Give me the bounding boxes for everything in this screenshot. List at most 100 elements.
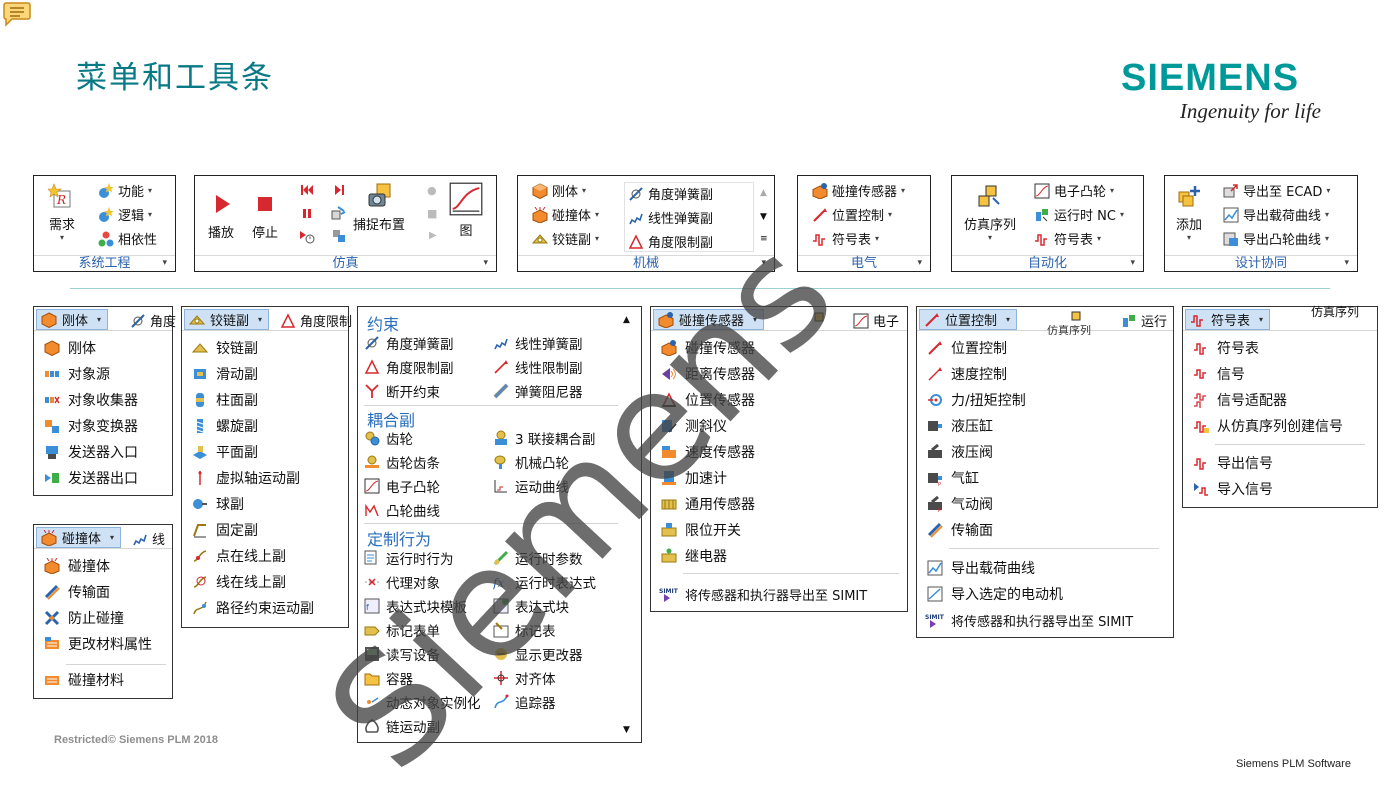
menu-item-planar[interactable]: 平面副 <box>192 442 258 462</box>
menu-item-display-changer[interactable]: 显示更改器 <box>493 644 583 664</box>
menu-item-spring-damper[interactable]: 弹簧阻尼器 <box>493 381 583 401</box>
menu-item-relay[interactable]: 继电器 <box>661 546 727 566</box>
position-menu-head[interactable]: 位置控制 ▾ <box>919 309 1018 330</box>
gallery-scroll-up-icon[interactable]: ▲ <box>623 315 630 325</box>
menu-item-export-simit[interactable]: SIMIT 将传感器和执行器导出至 SIMIT <box>659 584 867 604</box>
menu-item-screw[interactable]: 螺旋副 <box>192 416 258 436</box>
menu-item-path-constraint[interactable]: 路径约束运动副 <box>192 598 314 618</box>
menu-item-accelerometer[interactable]: 加速计 <box>661 468 727 488</box>
rigid-body-button[interactable]: 刚体 ▾ <box>532 181 586 200</box>
symbol-menu-head[interactable]: 符号表 ▾ <box>1185 309 1271 330</box>
menu-item-angular-spring[interactable]: 角度弹簧副 <box>364 333 454 353</box>
menu-item-fixed[interactable]: 固定副 <box>192 520 258 540</box>
menu-item-speed-sensor[interactable]: 速度传感器 <box>661 442 755 462</box>
menu-item-tag-table[interactable]: 标记表 <box>493 620 556 640</box>
menu-item-position-control[interactable]: 位置控制 <box>927 338 1007 358</box>
menu-item-rack-pinion[interactable]: 齿轮齿条 <box>364 452 440 472</box>
logic-button[interactable]: 逻辑 ▾ <box>98 205 152 224</box>
collision-menu-head[interactable]: 碰撞体 ▾ <box>36 527 122 548</box>
automation-symbol-table-button[interactable]: 符号表 ▾ <box>1034 229 1101 248</box>
runtime-nc-button[interactable]: 运行时 NC ▾ <box>1034 205 1124 224</box>
pause-icon[interactable] <box>299 205 315 225</box>
menu-item-hydraulic-cylinder[interactable]: 液压缸 <box>927 416 993 436</box>
menu-item-pneumatic-valve[interactable]: P 气动阀 <box>927 494 993 514</box>
menu-item-break-constraint[interactable]: 断开约束 <box>364 381 440 401</box>
menu-item-change-material[interactable]: 更改材料属性 <box>44 634 152 654</box>
function-button[interactable]: 功能 ▾ <box>98 181 152 200</box>
menu-item-distance-sensor[interactable]: 距离传感器 <box>661 364 755 384</box>
menu-item-hydraulic-valve[interactable]: 液压阀 <box>927 442 993 462</box>
menu-item-virtual-axis[interactable]: 虚拟轴运动副 <box>192 468 300 488</box>
menu-item-rigid-body[interactable]: 刚体 <box>44 338 96 358</box>
position-control-button[interactable]: 位置控制 ▾ <box>812 205 892 224</box>
menu-item-collision-sensor[interactable]: 碰撞传感器 <box>661 338 755 358</box>
menu-item-read-write-device[interactable]: 读写设备 <box>364 644 440 664</box>
simulation-sequence-button[interactable]: 仿真序列 ▾ <box>964 182 1016 242</box>
linear-spring-button[interactable]: 线性弹簧副 <box>628 208 713 227</box>
menu-item-force-torque[interactable]: 力/扭矩控制 <box>927 390 1026 410</box>
menu-item-object-source[interactable]: 对象源 <box>44 364 110 384</box>
dependency-button[interactable]: 相依性 <box>98 229 157 248</box>
menu-item-gear[interactable]: 齿轮 <box>364 428 413 448</box>
menu-item-transport-surface[interactable]: 传输面 <box>44 582 110 602</box>
menu-item-dynamic-object-instance[interactable]: 动态对象实例化 <box>364 692 481 712</box>
angular-limit-button[interactable]: 角度限制副 <box>628 232 713 251</box>
sensor-menu-head[interactable]: 碰撞传感器 ▾ <box>653 309 765 330</box>
step-icon[interactable] <box>331 182 347 202</box>
menu-item-pneumatic-cylinder[interactable]: P 气缸 <box>927 468 979 488</box>
menu-item-linear-spring[interactable]: 线性弹簧副 <box>493 333 583 353</box>
reset-icon[interactable] <box>331 228 347 248</box>
menu-item-transport-exit[interactable]: 发送器出口 <box>44 468 138 488</box>
menu-item-chain-joint[interactable]: 链运动副 <box>364 716 440 736</box>
menu-item-ball[interactable]: 球副 <box>192 494 244 514</box>
rewind-icon[interactable] <box>299 182 315 202</box>
menu-item-runtime-behavior[interactable]: 运行时行为 <box>364 548 454 568</box>
symbol-table-button[interactable]: 符号表 ▾ <box>812 229 879 248</box>
menu-item-collision-body[interactable]: 碰撞体 <box>44 556 110 576</box>
menu-item-angular-limit[interactable]: 角度限制副 <box>364 357 454 377</box>
export-load-curve-button[interactable]: 导出载荷曲线 ▾ <box>1223 205 1329 224</box>
gallery-up-icon[interactable]: ▲ <box>760 188 767 198</box>
menu-item-export-simit-pc[interactable]: SIMIT 将传感器和执行器导出至 SIMIT <box>925 610 1133 630</box>
menu-item-linear-limit[interactable]: 线性限制副 <box>493 357 583 377</box>
menu-item-expression-block[interactable]: 表达式块 <box>493 596 569 616</box>
gallery-down-icon[interactable]: ▼ <box>760 212 767 222</box>
hinge-joint-button[interactable]: 铰链副 ▾ <box>532 229 599 248</box>
play-timer-icon[interactable] <box>299 228 315 248</box>
menu-item-mechanical-cam[interactable]: 机械凸轮 <box>493 452 569 472</box>
export-cam-curve-button[interactable]: 导出凸轮曲线 ▾ <box>1223 229 1329 248</box>
menu-item-symbol-table[interactable]: 符号表 <box>1193 338 1259 358</box>
collision-sensor-button[interactable]: 碰撞传感器 ▾ <box>812 181 905 200</box>
menu-item-container[interactable]: 容器 <box>364 668 413 688</box>
menu-item-import-motor[interactable]: 导入选定的电动机 <box>927 584 1063 604</box>
graph-button[interactable]: 图 <box>449 182 483 239</box>
menu-item-limit-switch[interactable]: 限位开关 <box>661 520 741 540</box>
menu-item-runtime-expression[interactable]: fx 运行时表达式 <box>493 572 596 592</box>
menu-item-motion-profile[interactable]: 运动曲线 <box>493 476 569 496</box>
requirement-button[interactable]: R 需求 ▾ <box>48 182 76 242</box>
menu-item-import-signals[interactable]: 导入信号 <box>1193 479 1273 499</box>
collision-body-button[interactable]: 碰撞体 ▾ <box>532 205 599 224</box>
comment-icon[interactable] <box>2 0 32 28</box>
menu-item-inclinometer[interactable]: 测斜仪 <box>661 416 727 436</box>
menu-item-export-signals[interactable]: 导出信号 <box>1193 453 1273 473</box>
menu-item-cylindrical[interactable]: 柱面副 <box>192 390 258 410</box>
menu-item-speed-control[interactable]: 速度控制 <box>927 364 1007 384</box>
menu-item-create-signals-from-sequence[interactable]: 从仿真序列创建信号 <box>1193 416 1343 436</box>
menu-item-electronic-cam[interactable]: 电子凸轮 <box>364 476 440 496</box>
menu-item-cam-curve[interactable]: 凸轮曲线 <box>364 500 440 520</box>
menu-item-position-sensor[interactable]: 位置传感器 <box>661 390 755 410</box>
menu-item-collision-material[interactable]: 碰撞材料 <box>44 670 124 690</box>
menu-item-transport-entry[interactable]: 发送器入口 <box>44 442 138 462</box>
menu-item-tracer[interactable]: 追踪器 <box>493 692 556 712</box>
menu-item-hinge[interactable]: 铰链副 <box>192 338 258 358</box>
menu-item-proxy-object[interactable]: 代理对象 <box>364 572 440 592</box>
snapshot-small-icon[interactable] <box>331 205 347 225</box>
menu-item-object-transformer[interactable]: 对象变换器 <box>44 416 138 436</box>
menu-item-transport-surface-pc[interactable]: 传输面 <box>927 520 993 540</box>
menu-item-tag-form[interactable]: 标记表单 <box>364 620 440 640</box>
menu-item-signal[interactable]: 信号 <box>1193 364 1245 384</box>
capture-layout-button[interactable]: 捕捉布置 <box>353 182 405 233</box>
gallery-more-icon[interactable]: ≡ <box>760 234 768 244</box>
menu-item-align-body[interactable]: 对齐体 <box>493 668 556 688</box>
